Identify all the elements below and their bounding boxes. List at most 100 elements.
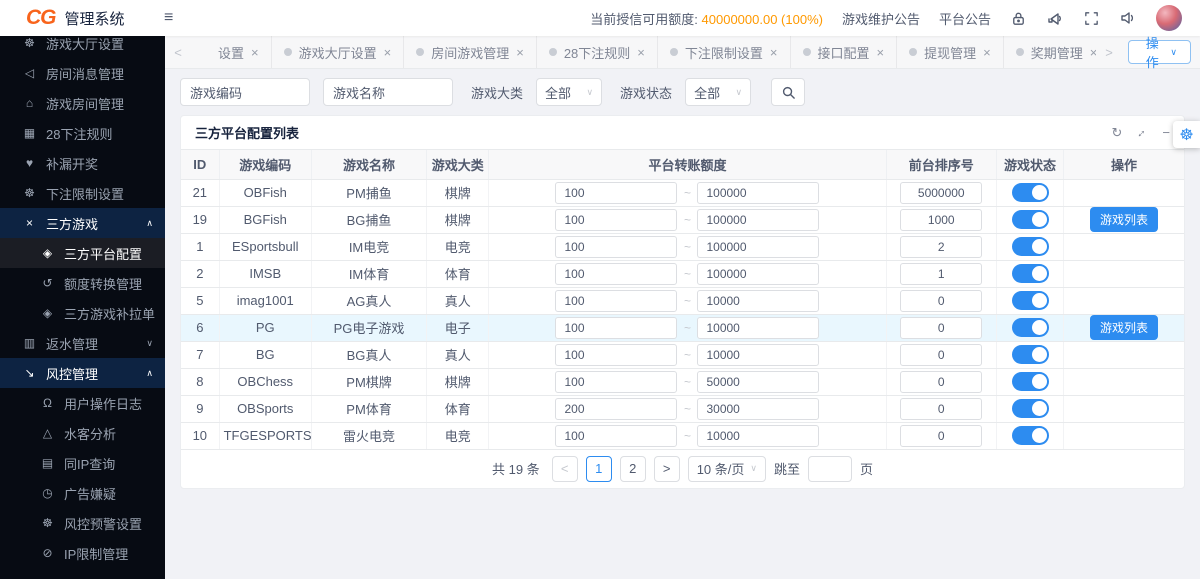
sort-number-input[interactable]	[900, 371, 982, 393]
sort-number-input[interactable]	[900, 236, 982, 258]
search-button[interactable]	[771, 78, 805, 106]
min-amount-input[interactable]	[555, 209, 677, 231]
tab-close-icon[interactable]: ×	[877, 45, 885, 60]
sort-number-input[interactable]	[900, 290, 982, 312]
tabs-scroll-left-icon[interactable]: <	[165, 45, 191, 60]
tab-close-icon[interactable]: ×	[770, 45, 778, 60]
min-amount-input[interactable]	[555, 290, 677, 312]
max-amount-input[interactable]	[697, 371, 819, 393]
sidebar-item[interactable]: ☸ 风控预警设置	[0, 508, 165, 538]
lock-icon[interactable]	[1010, 10, 1027, 27]
min-amount-input[interactable]	[555, 344, 677, 366]
status-toggle[interactable]	[1012, 318, 1049, 337]
sidebar-item[interactable]: ⌂ 游戏房间管理	[0, 88, 165, 118]
sidebar-collapse-icon[interactable]: ≡	[164, 9, 173, 27]
status-toggle[interactable]	[1012, 264, 1049, 283]
sort-number-input[interactable]	[900, 398, 982, 420]
sidebar-item[interactable]: △ 水客分析	[0, 418, 165, 448]
jump-page-input[interactable]	[808, 456, 852, 482]
game-maintenance-link[interactable]: 游戏维护公告	[842, 9, 920, 28]
game-list-button[interactable]: 游戏列表	[1090, 315, 1158, 340]
tab-actions-button[interactable]: 操作 ∨	[1128, 40, 1191, 64]
sidebar-item[interactable]: ♥ 补漏开奖	[0, 148, 165, 178]
user-avatar[interactable]	[1156, 5, 1182, 31]
sort-number-input[interactable]	[900, 263, 982, 285]
status-toggle[interactable]	[1012, 183, 1049, 202]
fullscreen-icon[interactable]	[1083, 10, 1100, 27]
promotion-megaphone-icon[interactable]	[1046, 9, 1064, 27]
max-amount-input[interactable]	[697, 425, 819, 447]
minimize-icon[interactable]: −	[1162, 125, 1170, 140]
sound-icon[interactable]	[1119, 9, 1137, 27]
tab[interactable]: 接口配置 ×	[791, 36, 898, 68]
min-amount-input[interactable]	[555, 263, 677, 285]
sidebar-item[interactable]: ▥ 返水管理 ∨	[0, 328, 165, 358]
max-amount-input[interactable]	[697, 236, 819, 258]
sidebar-item[interactable]: ◷ 广告嫌疑	[0, 478, 165, 508]
sidebar-item[interactable]: ☸ 下注限制设置	[0, 178, 165, 208]
game-status-select[interactable]: 全部 ∨	[685, 78, 751, 106]
platform-notice-link[interactable]: 平台公告	[939, 9, 991, 28]
tab[interactable]: 房间游戏管理 ×	[404, 36, 537, 68]
max-amount-input[interactable]	[697, 344, 819, 366]
sidebar-item[interactable]: ▤ 同IP查询	[0, 448, 165, 478]
sidebar-item[interactable]: ◈ 三方游戏补拉单	[0, 298, 165, 328]
min-amount-input[interactable]	[555, 182, 677, 204]
status-toggle[interactable]	[1012, 291, 1049, 310]
sidebar-item[interactable]: ☸ 游戏大厅设置	[0, 36, 165, 58]
status-toggle[interactable]	[1012, 237, 1049, 256]
max-amount-input[interactable]	[697, 182, 819, 204]
tab-close-icon[interactable]: ×	[251, 45, 259, 60]
min-amount-input[interactable]	[555, 371, 677, 393]
game-code-input[interactable]	[245, 80, 309, 104]
sort-number-input[interactable]	[900, 209, 982, 231]
sort-number-input[interactable]	[900, 344, 982, 366]
game-list-button[interactable]: 游戏列表	[1090, 207, 1158, 232]
tab[interactable]: 28下注规则 ×	[537, 36, 658, 68]
page-size-select[interactable]: 10 条/页 ∨	[688, 456, 766, 482]
tabs-scroll-right-icon[interactable]: >	[1096, 45, 1122, 60]
max-amount-input[interactable]	[697, 290, 819, 312]
tab-close-icon[interactable]: ×	[516, 45, 524, 60]
sidebar-item[interactable]: ⊘ IP限制管理	[0, 538, 165, 568]
sidebar-item[interactable]: ◁ 房间消息管理	[0, 58, 165, 88]
tab[interactable]: 游戏大厅设置 ×	[272, 36, 405, 68]
sidebar-item[interactable]: ↘ 风控管理 ∧	[0, 358, 165, 388]
status-toggle[interactable]	[1012, 426, 1049, 445]
min-amount-input[interactable]	[555, 236, 677, 258]
expand-icon[interactable]: ↕	[1135, 125, 1149, 139]
tab[interactable]: 提现管理 ×	[897, 36, 1004, 68]
sidebar-item[interactable]: ↺ 额度转换管理	[0, 268, 165, 298]
tab[interactable]: 奖期管理 ×	[1004, 36, 1096, 68]
sidebar-item[interactable]: Ω 用户操作日志	[0, 388, 165, 418]
max-amount-input[interactable]	[697, 263, 819, 285]
status-toggle[interactable]	[1012, 345, 1049, 364]
min-amount-input[interactable]	[555, 317, 677, 339]
tab[interactable]: 下注限制设置 ×	[658, 36, 791, 68]
sidebar-item[interactable]: ◈ 三方平台配置	[0, 238, 165, 268]
prev-page-button[interactable]: <	[552, 456, 578, 482]
tab-close-icon[interactable]: ×	[637, 45, 645, 60]
game-category-select[interactable]: 全部 ∨	[536, 78, 602, 106]
refresh-icon[interactable]: ↻	[1112, 125, 1123, 141]
status-toggle[interactable]	[1012, 399, 1049, 418]
status-toggle[interactable]	[1012, 372, 1049, 391]
page-button-1[interactable]: 1	[586, 456, 612, 482]
sidebar-item[interactable]: ▦ 28下注规则	[0, 118, 165, 148]
tab-close-icon[interactable]: ×	[384, 45, 392, 60]
max-amount-input[interactable]	[697, 398, 819, 420]
sidebar-item[interactable]: × 三方游戏 ∧	[0, 208, 165, 238]
settings-gear-button[interactable]: ☸	[1173, 121, 1200, 148]
tab-close-icon[interactable]: ×	[983, 45, 991, 60]
game-name-input[interactable]	[388, 80, 452, 104]
min-amount-input[interactable]	[555, 398, 677, 420]
sort-number-input[interactable]	[900, 317, 982, 339]
max-amount-input[interactable]	[697, 209, 819, 231]
tab[interactable]: 设置 ×	[191, 36, 272, 68]
sort-number-input[interactable]	[900, 182, 982, 204]
sort-number-input[interactable]	[900, 425, 982, 447]
min-amount-input[interactable]	[555, 425, 677, 447]
max-amount-input[interactable]	[697, 317, 819, 339]
page-button-2[interactable]: 2	[620, 456, 646, 482]
status-toggle[interactable]	[1012, 210, 1049, 229]
